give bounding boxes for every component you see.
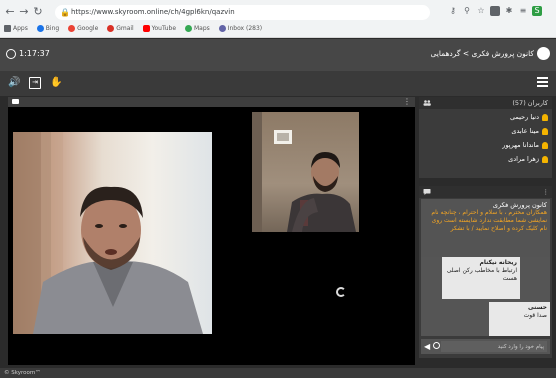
message-text: صدا قوت (523, 312, 547, 319)
session-clock: 1:17:37 (6, 48, 50, 60)
bookmark-maps[interactable]: Maps (184, 23, 210, 35)
back-icon[interactable]: ← (4, 6, 16, 18)
browser-chrome: ← → ↻ 🔒 https://www.skyroom.online/ch/4g… (0, 0, 556, 38)
clock-icon (6, 48, 16, 59)
chat-message: حسنی صدا قوت (489, 302, 550, 336)
secondary-video-stream[interactable] (252, 112, 359, 232)
users-count-title: کاربران (57) (512, 99, 548, 107)
brand-text: © Skyroom™ (4, 370, 41, 376)
bookmark-youtube[interactable]: YouTube (142, 23, 176, 35)
bookmark-inbox[interactable]: Inbox (283) (218, 23, 262, 35)
room-toolbar: 🔊 ⇥ ✋ (0, 71, 556, 96)
bookmark-bing[interactable]: Bing (36, 23, 59, 35)
user-list-item[interactable]: ماندانا مهرپور (502, 140, 548, 150)
emoji-icon[interactable] (433, 342, 440, 349)
clock-text: 1:17:37 (19, 49, 50, 58)
users-panel-header: کاربران (57) (419, 97, 552, 109)
footer: © Skyroom™ (0, 368, 556, 378)
chat-messages: کانون پرورش فکری همکاران محترم ، با سلام… (421, 199, 550, 336)
puzzle-icon[interactable]: ✱ (504, 6, 514, 16)
raise-hand-icon[interactable]: ✋ (50, 77, 62, 89)
main-video-stream[interactable] (13, 132, 212, 334)
address-bar[interactable]: 🔒 https://www.skyroom.online/ch/4gpl6kn/… (55, 5, 430, 20)
user-account-icon[interactable] (537, 47, 550, 60)
app-header: 1:17:37 کانون پرورش فکری > گردهمایی (0, 39, 556, 71)
chat-input-bar: ◀ (421, 339, 550, 354)
menu-icon[interactable] (537, 77, 548, 87)
lock-icon: 🔒 (60, 8, 70, 17)
user-list-item[interactable]: مینا عابدی (511, 126, 548, 136)
message-author: کانون پرورش فکری (492, 201, 547, 209)
chat-input[interactable] (441, 341, 547, 352)
chat-more-icon[interactable]: ⋮ (543, 186, 550, 198)
extension-icon[interactable] (490, 6, 500, 16)
star-icon[interactable]: ☆ (476, 6, 486, 16)
bookmark-gmail[interactable]: Gmail (107, 23, 134, 35)
profile-icon[interactable]: S (532, 6, 542, 16)
bookmarks-bar: Apps Bing Google Gmail YouTube Maps Inbo… (4, 23, 552, 35)
user-list-item[interactable]: زهرا مرادی (508, 154, 548, 164)
speaker-icon[interactable]: 🔊 (8, 77, 20, 89)
user-icon (542, 155, 548, 163)
message-author: ریحانه نیکنام (479, 259, 517, 266)
users-icon (423, 100, 431, 106)
exit-room-icon[interactable]: ⇥ (29, 77, 41, 89)
participant-image (13, 132, 203, 334)
zoom-icon[interactable]: ⚲ (462, 6, 472, 16)
user-icon (542, 113, 548, 121)
message-author: حسنی (528, 304, 547, 311)
room-title: کانون پرورش فکری > گردهمایی (430, 49, 534, 58)
key-icon[interactable]: ⚷ (448, 6, 458, 16)
message-text: همکاران محترم ، با سلام و احترام ، چنانچ… (431, 209, 547, 232)
message-text: ارتباط با مخاطب رکن اصلی هست (446, 267, 517, 282)
more-options-icon[interactable]: ⋮ (403, 97, 411, 107)
bookmark-google[interactable]: Google (68, 23, 98, 35)
reload-icon[interactable]: ↻ (32, 6, 44, 18)
chat-icon (423, 189, 431, 195)
chat-message: کانون پرورش فکری همکاران محترم ، با سلام… (421, 199, 550, 257)
camera-icon (12, 99, 19, 104)
user-list-item[interactable]: دنیا رحیمی (510, 112, 548, 122)
loading-spinner-icon (336, 287, 346, 297)
users-panel: کاربران (57) دنیا رحیمی مینا عابدی ماندا… (419, 97, 552, 178)
forward-icon[interactable]: → (18, 6, 30, 18)
user-icon (542, 141, 548, 149)
chat-message: ریحانه نیکنام ارتباط با مخاطب رکن اصلی ه… (442, 257, 520, 299)
participant-image (252, 112, 356, 232)
list-icon[interactable]: ≡ (518, 6, 528, 16)
video-panel: ⋮ (8, 97, 415, 365)
chat-panel-header: ⋮ (419, 186, 552, 198)
chat-panel: ⋮ کانون پرورش فکری همکاران محترم ، با سل… (419, 186, 552, 358)
bookmark-apps[interactable]: Apps (4, 23, 28, 35)
url-text: https://www.skyroom.online/ch/4gpl6kn/qa… (71, 8, 235, 16)
user-icon (542, 127, 548, 135)
send-icon[interactable]: ◀ (424, 342, 432, 351)
video-panel-header: ⋮ (8, 97, 415, 107)
